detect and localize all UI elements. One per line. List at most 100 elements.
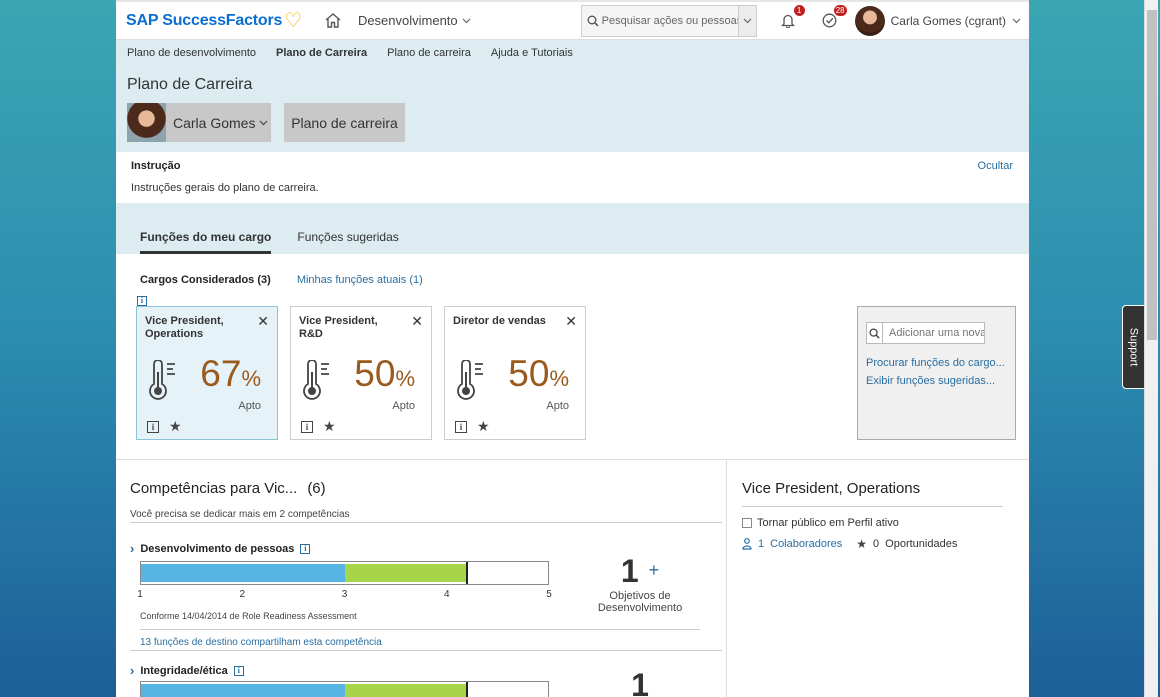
public-profile-checkbox[interactable] <box>742 518 752 528</box>
close-icon[interactable]: ✕ <box>257 313 269 330</box>
info-icon[interactable]: i <box>147 420 159 433</box>
scale-ticks: 1 2 3 4 5 <box>137 587 552 601</box>
info-icon[interactable]: i <box>233 665 244 676</box>
current-roles-link[interactable]: Minhas funções atuais (1) <box>297 274 423 286</box>
subnav-item-career-plan[interactable]: Plano de Carreira <box>276 47 367 59</box>
home-icon[interactable] <box>324 12 342 30</box>
thermometer-icon <box>149 360 175 400</box>
current-fill <box>141 564 345 582</box>
scrollbar-thumb[interactable] <box>1147 10 1157 340</box>
heart-logo-icon: ♡ <box>284 9 302 32</box>
chevron-right-icon[interactable]: › <box>130 541 134 556</box>
info-icon[interactable]: i <box>137 295 147 306</box>
assessment-note: Conforme 14/04/2014 de Role Readiness As… <box>140 611 357 621</box>
suggested-roles-link[interactable]: Exibir funções sugeridas... <box>866 375 1007 387</box>
role-card-title: Vice President, R&D <box>299 315 378 340</box>
info-icon[interactable]: i <box>300 543 311 554</box>
collaborators-count[interactable]: 1 <box>758 538 764 550</box>
chevron-right-icon[interactable]: › <box>130 663 134 678</box>
page-title: Plano de Carreira <box>127 76 253 93</box>
brand-logo[interactable]: SAP SuccessFactors ♡ <box>126 11 302 31</box>
notifications-button[interactable]: 1 <box>777 3 806 32</box>
thermometer-icon <box>303 360 329 400</box>
instruction-text: Instruções gerais do plano de carreira. <box>131 182 319 194</box>
readiness-label: Apto <box>392 400 415 412</box>
readiness-value: 50 <box>354 353 396 394</box>
objectives-block: 1 + Objetivos de Desenvolvimento <box>570 553 710 614</box>
shared-roles-link[interactable]: 13 funções de destino compartilham esta … <box>140 637 382 648</box>
tab-my-roles[interactable]: Funções do meu cargo <box>140 230 272 254</box>
star-icon[interactable]: ★ <box>477 418 490 435</box>
info-icon[interactable]: i <box>455 420 467 433</box>
close-icon[interactable]: ✕ <box>411 313 423 330</box>
role-card-title: Diretor de vendas <box>453 315 546 327</box>
divider <box>140 629 700 630</box>
subnav-item-career-plan-2[interactable]: Plano de carreira <box>387 47 471 59</box>
objectives-count: 1 <box>631 667 649 697</box>
tab-suggested-roles[interactable]: Funções sugeridas <box>297 230 398 254</box>
notifications-badge: 1 <box>792 3 806 17</box>
close-icon[interactable]: ✕ <box>565 313 577 330</box>
subnav-item-development-plan[interactable]: Plano de desenvolvimento <box>127 47 256 59</box>
tick-label: 4 <box>443 589 450 600</box>
subnav-item-help[interactable]: Ajuda e Tutoriais <box>491 47 573 59</box>
star-icon[interactable]: ★ <box>169 418 182 435</box>
tick-label: 1 <box>137 589 143 600</box>
readiness-label: Apto <box>238 400 261 412</box>
readiness-unit: % <box>241 366 261 391</box>
module-label: Desenvolvimento <box>357 13 458 28</box>
chevron-down-icon <box>260 120 268 125</box>
module-selector[interactable]: Desenvolvimento <box>358 13 471 28</box>
readiness-unit: % <box>549 366 569 391</box>
role-card[interactable]: Diretor de vendas ✕ 50% Apto i ★ <box>444 306 586 440</box>
avatar <box>854 5 885 36</box>
person-selector[interactable]: Carla Gomes <box>127 103 271 142</box>
considered-roles-label[interactable]: Cargos Considerados (3) <box>140 274 271 286</box>
add-role-input[interactable] <box>882 322 985 344</box>
competency-bar <box>140 681 549 697</box>
add-objective-button[interactable]: + <box>649 560 660 580</box>
chevron-down-icon <box>1012 18 1021 23</box>
target-marker <box>465 682 468 697</box>
search-dropdown-button[interactable] <box>737 5 756 36</box>
chevron-down-icon <box>462 18 471 23</box>
role-detail-panel: Vice President, Operations Tornar públic… <box>727 460 1029 697</box>
readiness-percent: 50% <box>508 354 569 399</box>
hide-instruction-link[interactable]: Ocultar <box>978 160 1013 172</box>
page-scrollbar[interactable] <box>1144 0 1158 697</box>
star-icon[interactable]: ★ <box>323 418 336 435</box>
competency-item: › Integridade/ética i 1 <box>130 663 726 697</box>
support-tab[interactable]: Support <box>1122 305 1144 389</box>
search-input[interactable]: Pesquisar ações ou pessoas <box>602 15 738 27</box>
competency-item: › Desenvolvimento de pessoas i 1 2 3 4 5… <box>130 541 722 651</box>
competencies-title: Competências para Vic... <box>130 480 298 497</box>
top-header: SAP SuccessFactors ♡ Desenvolvimento Pes… <box>116 0 1029 40</box>
target-marker <box>465 562 468 584</box>
todo-button[interactable]: 28 <box>819 3 848 32</box>
tab-bar: Funções do meu cargo Funções sugeridas <box>116 203 1029 254</box>
page-header: Plano de Carreira Carla Gomes Plano de c… <box>116 66 1029 152</box>
tick-label: 3 <box>341 589 348 600</box>
readiness-unit: % <box>395 366 415 391</box>
role-card-title: Vice President, Operations <box>145 315 224 340</box>
competency-name[interactable]: Desenvolvimento de pessoas <box>140 543 294 555</box>
opportunities-label[interactable]: Oportunidades <box>885 538 957 550</box>
role-detail-title: Vice President, Operations <box>742 480 921 497</box>
browse-roles-link[interactable]: Procurar funções do cargo... <box>866 357 1007 369</box>
role-card[interactable]: Vice President, Operations ✕ 67% Apto i … <box>136 306 278 440</box>
bell-icon <box>780 14 795 28</box>
plan-selector[interactable]: Plano de carreira <box>284 103 405 142</box>
public-profile-label: Tornar público em Perfil ativo <box>757 517 899 529</box>
user-menu[interactable]: Carla Gomes (cgrant) <box>854 5 1021 36</box>
person-icon <box>742 538 752 550</box>
role-card[interactable]: Vice President, R&D ✕ 50% Apto i ★ <box>290 306 432 440</box>
readiness-percent: 50% <box>354 354 415 399</box>
support-label: Support <box>1127 327 1140 367</box>
competency-bar <box>140 561 549 585</box>
chevron-down-icon <box>743 18 752 23</box>
collaborators-link[interactable]: Colaboradores <box>770 538 842 550</box>
brand-name: SAP SuccessFactors <box>126 11 283 29</box>
competency-name[interactable]: Integridade/ética <box>140 665 227 677</box>
info-icon[interactable]: i <box>301 420 313 433</box>
search-box[interactable]: Pesquisar ações ou pessoas <box>580 4 757 37</box>
